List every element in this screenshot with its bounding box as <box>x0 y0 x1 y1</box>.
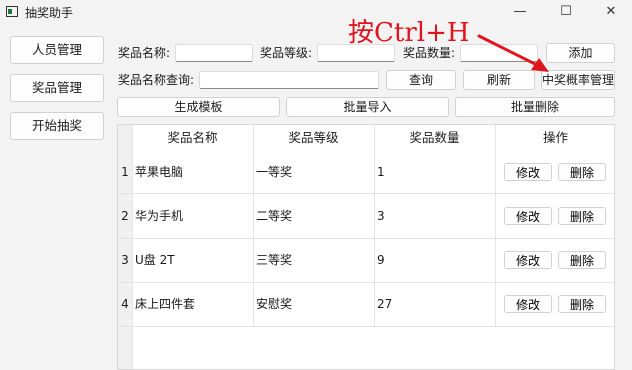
generate-template-button[interactable]: 生成模板 <box>117 97 280 117</box>
app-icon <box>6 6 18 17</box>
batch-import-button[interactable]: 批量导入 <box>286 97 449 117</box>
edit-button[interactable]: 修改 <box>504 251 552 269</box>
add-button[interactable]: 添加 <box>546 43 615 63</box>
prize-name-input[interactable] <box>175 44 253 62</box>
prize-level-cell: 安慰奖 <box>256 297 293 311</box>
maximize-button[interactable]: ☐ <box>546 1 586 23</box>
prize-qty-cell: 9 <box>377 253 385 267</box>
row-number: 4 <box>121 297 129 311</box>
row-header-column <box>118 125 133 369</box>
title-bar: 抽奖助手 — ☐ ✕ <box>0 0 632 24</box>
prize-name-cell: 床上四件套 <box>135 297 196 311</box>
query-button[interactable]: 查询 <box>386 70 456 90</box>
edit-button[interactable]: 修改 <box>504 295 552 313</box>
prize-level-cell: 三等奖 <box>256 253 293 267</box>
prize-qty-cell: 3 <box>377 209 385 223</box>
close-button[interactable]: ✕ <box>591 1 631 23</box>
delete-button[interactable]: 删除 <box>558 251 606 269</box>
prize-qty-cell: 1 <box>377 165 385 179</box>
prize-qty-cell: 27 <box>377 297 393 311</box>
row-number: 1 <box>121 165 129 179</box>
column-header-level: 奖品等级 <box>288 130 339 145</box>
batch-delete-button[interactable]: 批量删除 <box>455 97 615 117</box>
delete-button[interactable]: 删除 <box>558 295 606 313</box>
edit-button[interactable]: 修改 <box>504 163 552 181</box>
row-number: 2 <box>121 209 129 223</box>
minimize-button[interactable]: — <box>500 1 540 23</box>
prize-name-label: 奖品名称: <box>118 46 171 60</box>
column-header-actions: 操作 <box>542 130 568 145</box>
prize-level-label: 奖品等级: <box>260 46 313 60</box>
prize-level-cell: 二等奖 <box>256 209 293 223</box>
prize-table: 奖品名称 奖品等级 奖品数量 操作 1 苹果电脑 一等奖 1 修改 删除 2 华… <box>117 124 615 370</box>
sidebar-item-people[interactable]: 人员管理 <box>10 36 104 64</box>
sidebar-item-prizes[interactable]: 奖品管理 <box>10 74 104 102</box>
column-header-name: 奖品名称 <box>167 130 218 145</box>
delete-button[interactable]: 删除 <box>558 163 606 181</box>
delete-button[interactable]: 删除 <box>558 207 606 225</box>
column-header-qty: 奖品数量 <box>409 130 460 145</box>
query-input[interactable] <box>199 71 379 89</box>
prize-name-cell: U盘 2T <box>135 253 175 267</box>
row-number: 3 <box>121 253 129 267</box>
annotation-arrow-icon <box>477 34 549 72</box>
sidebar-item-draw[interactable]: 开始抽奖 <box>10 112 104 140</box>
query-label: 奖品名称查询: <box>118 73 195 87</box>
prize-name-cell: 苹果电脑 <box>135 165 184 179</box>
edit-button[interactable]: 修改 <box>504 207 552 225</box>
window-title: 抽奖助手 <box>25 6 74 20</box>
prize-level-cell: 一等奖 <box>256 165 293 179</box>
prize-name-cell: 华为手机 <box>135 209 184 223</box>
annotation-text: 按Ctrl+H <box>348 18 470 48</box>
